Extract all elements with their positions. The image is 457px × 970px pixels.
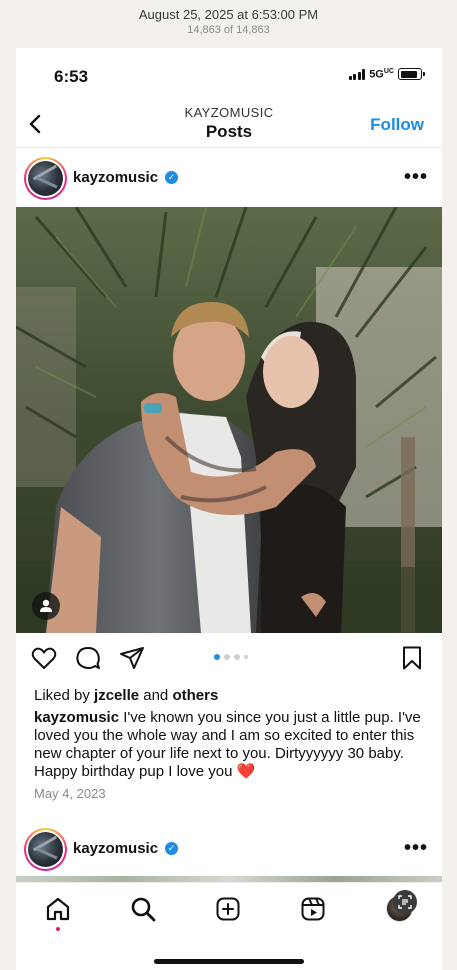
post-photo-illustration bbox=[16, 207, 442, 633]
instagram-screen: 6:53 5GUC KAYZOMUSIC Posts Follow kayzom… bbox=[16, 48, 442, 970]
signal-icon bbox=[348, 68, 366, 80]
tagged-people-button[interactable] bbox=[32, 592, 60, 620]
post-username[interactable]: kayzomusic bbox=[73, 169, 158, 186]
carousel-indicator bbox=[214, 654, 248, 660]
person-icon bbox=[40, 599, 52, 612]
verified-badge-icon: ✓ bbox=[165, 171, 178, 184]
carousel-dot bbox=[244, 655, 248, 659]
share-send-icon[interactable] bbox=[118, 644, 146, 672]
post-actions bbox=[16, 644, 442, 674]
home-indicator bbox=[154, 959, 304, 964]
home-icon[interactable] bbox=[44, 895, 72, 923]
carousel-dot bbox=[234, 654, 240, 660]
red-heart-emoji: ❤️ bbox=[236, 763, 256, 780]
comment-icon[interactable] bbox=[74, 644, 102, 672]
home-notification-dot bbox=[56, 927, 60, 931]
caption-username[interactable]: kayzomusic bbox=[34, 709, 119, 726]
status-bar: 6:53 5GUC bbox=[16, 48, 442, 102]
photo-date: August 25, 2025 at 6:53:00 PM bbox=[138, 7, 319, 22]
liked-by-others[interactable]: others bbox=[172, 687, 218, 704]
status-time: 6:53 bbox=[54, 67, 89, 86]
post-photo[interactable] bbox=[16, 207, 442, 633]
next-post-header: kayzomusic ✓ ••• bbox=[16, 820, 442, 876]
post-header: kayzomusic ✓ ••• bbox=[16, 149, 442, 205]
avatar bbox=[28, 161, 63, 196]
post-date[interactable]: May 4, 2023 bbox=[34, 786, 106, 801]
search-icon[interactable] bbox=[129, 895, 157, 923]
more-options-icon[interactable]: ••• bbox=[404, 166, 428, 189]
post-caption: kayzomusic I've known you since you just… bbox=[34, 709, 429, 781]
status-indicators: 5GUC bbox=[348, 68, 425, 81]
create-icon[interactable] bbox=[214, 895, 242, 923]
avatar bbox=[28, 832, 63, 867]
reels-icon[interactable] bbox=[299, 895, 327, 923]
text-scan-icon bbox=[398, 895, 412, 909]
follow-button[interactable]: Follow bbox=[370, 115, 424, 135]
liked-by-user[interactable]: jzcelle bbox=[94, 687, 139, 704]
photo-count: 14,863 of 14,863 bbox=[187, 24, 270, 36]
nav-header: KAYZOMUSIC Posts Follow bbox=[16, 102, 442, 148]
save-bookmark-icon[interactable] bbox=[398, 644, 426, 672]
post-username[interactable]: kayzomusic bbox=[73, 840, 158, 857]
photos-viewer-header: August 25, 2025 at 6:53:00 PM 14,863 of … bbox=[0, 0, 457, 48]
network-label: 5GUC bbox=[369, 68, 394, 81]
avatar-story-ring[interactable] bbox=[24, 157, 67, 200]
likes-summary[interactable]: Liked by jzcelle and others bbox=[34, 687, 218, 704]
live-text-scan-button[interactable] bbox=[393, 890, 417, 914]
more-options-icon[interactable]: ••• bbox=[404, 837, 428, 860]
carousel-dot-active bbox=[214, 654, 220, 660]
avatar-story-ring[interactable] bbox=[24, 828, 67, 871]
bottom-tab-bar bbox=[16, 882, 442, 970]
carousel-dot bbox=[224, 654, 230, 660]
battery-icon bbox=[398, 68, 425, 81]
like-heart-icon[interactable] bbox=[30, 644, 58, 672]
verified-badge-icon: ✓ bbox=[165, 842, 178, 855]
